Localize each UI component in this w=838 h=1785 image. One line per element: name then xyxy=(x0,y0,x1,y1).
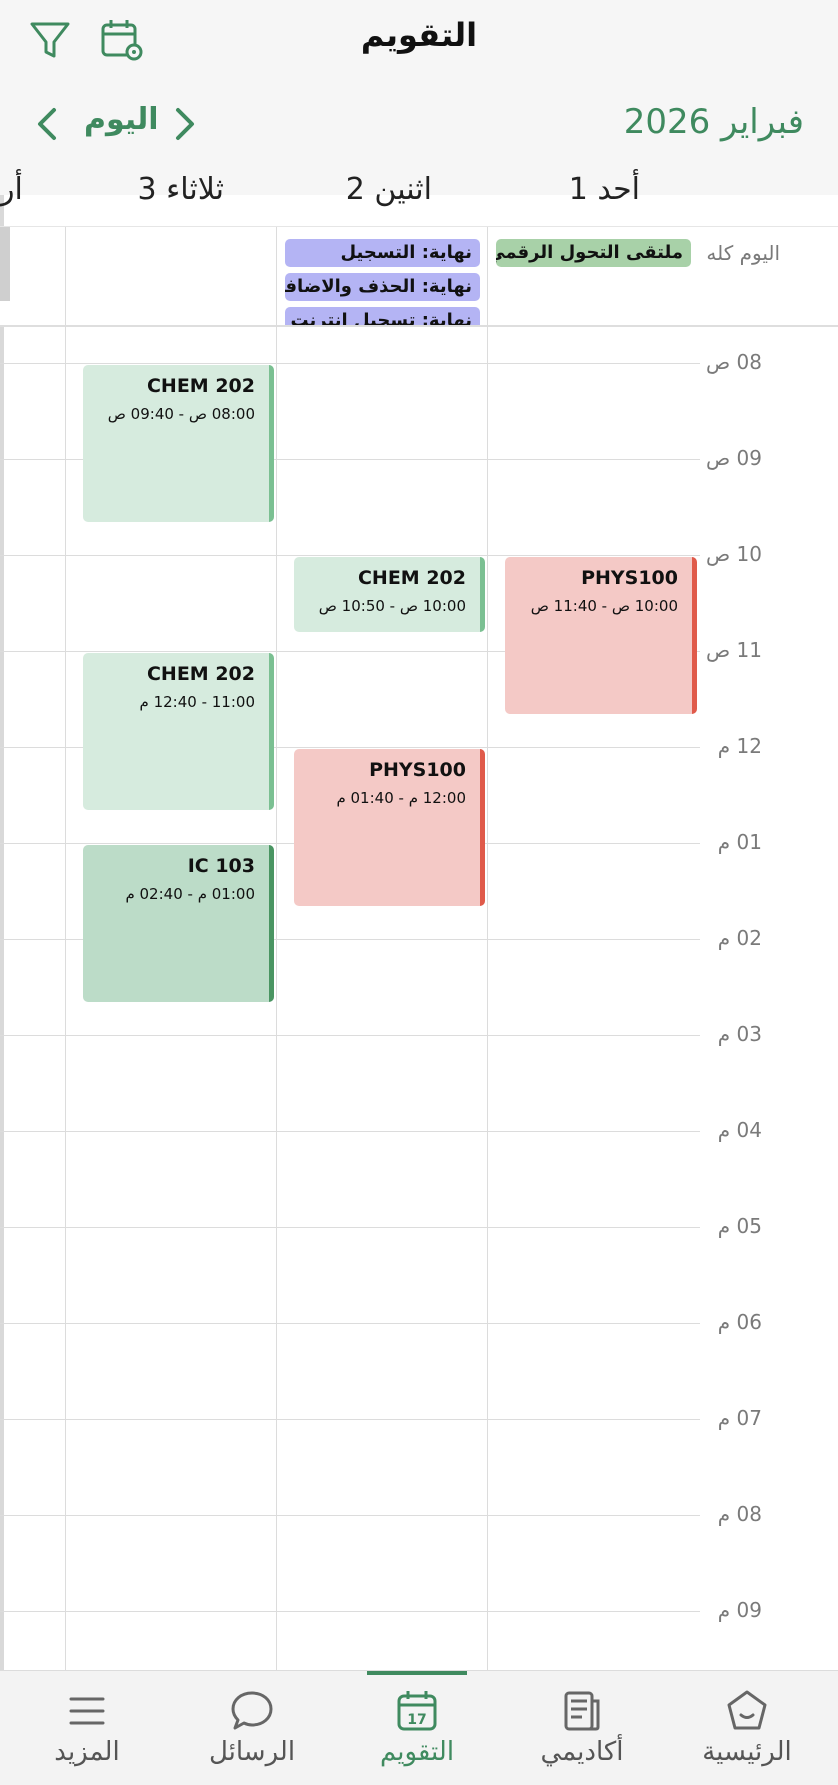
menu-icon xyxy=(69,1697,105,1725)
home-icon xyxy=(727,1690,767,1730)
time-label: 08 م xyxy=(717,1502,762,1526)
tab-calendar[interactable]: 17 التقويم xyxy=(337,1671,497,1785)
event-time: 08:00 ص - 09:40 ص xyxy=(107,405,255,423)
event-code: PHYS100 xyxy=(581,567,678,589)
all-day-event[interactable]: نهاية: تسجيل انترنت xyxy=(285,307,480,325)
time-label: 08 ص xyxy=(706,350,762,374)
time-label: 09 م xyxy=(717,1598,762,1622)
day-number: 2 xyxy=(345,172,365,207)
event-time: 01:00 م - 02:40 م xyxy=(125,885,255,903)
all-day-event[interactable]: نهاية: الحذف والاضافة xyxy=(285,273,480,301)
day-header-sun[interactable]: أحد 1 xyxy=(523,172,640,212)
column-divider xyxy=(276,326,277,1670)
course-event[interactable]: PHYS100 10:00 ص - 11:40 ص xyxy=(505,557,697,714)
hour-line xyxy=(0,1323,700,1324)
hour-line xyxy=(0,363,700,364)
day-header-wed[interactable]: أر xyxy=(0,172,23,212)
tab-label: الرسائل xyxy=(208,1737,296,1767)
tab-academic[interactable]: أكاديمي xyxy=(502,1671,662,1785)
chevron-left-icon[interactable] xyxy=(30,104,64,144)
time-label: 10 ص xyxy=(706,542,762,566)
event-time: 10:00 ص - 10:50 ص xyxy=(318,597,466,615)
time-label: 03 م xyxy=(717,1022,762,1046)
month-label: فبراير 2026 xyxy=(623,102,804,142)
app-header: التقويم xyxy=(0,0,838,81)
all-day-event-partial[interactable] xyxy=(0,227,10,301)
bottom-tab-bar: الرئيسية أكاديمي 17 التقويم الرسائل المز… xyxy=(0,1670,838,1785)
column-divider xyxy=(487,326,488,1670)
hour-line xyxy=(0,1227,700,1228)
event-code: PHYS100 xyxy=(369,759,466,781)
time-grid[interactable]: 08 ص 09 ص 10 ص 11 ص 12 م 01 م 02 م 03 م … xyxy=(0,326,838,1670)
all-day-label: اليوم كله xyxy=(706,241,780,265)
time-label: 02 م xyxy=(717,926,762,950)
event-time: 11:00 - 12:40 م xyxy=(139,693,255,711)
course-event[interactable]: IC 103 01:00 م - 02:40 م xyxy=(83,845,274,1002)
tab-label: المزيد xyxy=(54,1737,120,1767)
time-label: 09 ص xyxy=(706,446,762,470)
time-label: 01 م xyxy=(717,830,762,854)
chat-icon xyxy=(231,1691,273,1730)
calendar-badge: 17 xyxy=(407,1712,426,1728)
hour-line xyxy=(0,555,700,556)
course-event[interactable]: CHEM 202 08:00 ص - 09:40 ص xyxy=(83,365,274,522)
column-divider xyxy=(65,227,66,325)
page-title: التقويم xyxy=(360,16,478,54)
calendar-icon: 17 xyxy=(397,1691,437,1731)
day-name: ثلاثاء xyxy=(166,172,224,207)
day-number: 1 xyxy=(568,172,588,207)
column-divider xyxy=(487,227,488,325)
course-event[interactable]: CHEM 202 10:00 ص - 10:50 ص xyxy=(294,557,485,632)
hour-line xyxy=(0,1131,700,1132)
event-code: CHEM 202 xyxy=(146,663,255,685)
chevron-right-icon[interactable] xyxy=(168,104,202,144)
time-label: 07 م xyxy=(717,1406,762,1430)
tab-messages[interactable]: الرسائل xyxy=(172,1671,332,1785)
event-code: CHEM 202 xyxy=(357,567,466,589)
day-name: أحد xyxy=(597,172,640,207)
day-header-mon[interactable]: اثنين 2 xyxy=(300,172,432,212)
tab-home[interactable]: الرئيسية xyxy=(667,1671,827,1785)
time-label: 05 م xyxy=(717,1214,762,1238)
all-day-row: اليوم كله ملتقى التحول الرقمي نهاية: الت… xyxy=(0,226,838,327)
day-name: أر xyxy=(0,172,23,207)
course-event[interactable]: CHEM 202 11:00 - 12:40 م xyxy=(83,653,274,810)
all-day-event[interactable]: ملتقى التحول الرقمي xyxy=(496,239,691,267)
tab-label: الرئيسية xyxy=(702,1737,792,1767)
event-code: IC 103 xyxy=(187,855,255,877)
time-label: 06 م xyxy=(717,1310,762,1334)
course-event[interactable]: PHYS100 12:00 م - 01:40 م xyxy=(294,749,485,906)
academic-icon xyxy=(564,1691,600,1731)
hour-line xyxy=(0,1035,700,1036)
hour-line xyxy=(0,1419,700,1420)
time-label: 04 م xyxy=(717,1118,762,1142)
hour-line xyxy=(0,1515,700,1516)
hour-line xyxy=(0,1611,700,1612)
tab-label: أكاديمي xyxy=(540,1737,624,1767)
tab-more[interactable]: المزيد xyxy=(7,1671,167,1785)
column-divider xyxy=(276,227,277,325)
event-time: 10:00 ص - 11:40 ص xyxy=(530,597,678,615)
event-time: 12:00 م - 01:40 م xyxy=(336,789,466,807)
time-label: 12 م xyxy=(717,734,762,758)
event-code: CHEM 202 xyxy=(146,375,255,397)
day-number: 3 xyxy=(137,172,157,207)
day-header-tue[interactable]: ثلاثاء 3 xyxy=(92,172,225,212)
all-day-event[interactable]: نهاية: التسجيل xyxy=(285,239,480,267)
tab-label: التقويم xyxy=(379,1737,455,1767)
today-button[interactable]: اليوم xyxy=(84,102,159,137)
column-divider xyxy=(65,326,66,1670)
day-name: اثنين xyxy=(374,172,432,207)
time-label: 11 ص xyxy=(706,638,762,662)
